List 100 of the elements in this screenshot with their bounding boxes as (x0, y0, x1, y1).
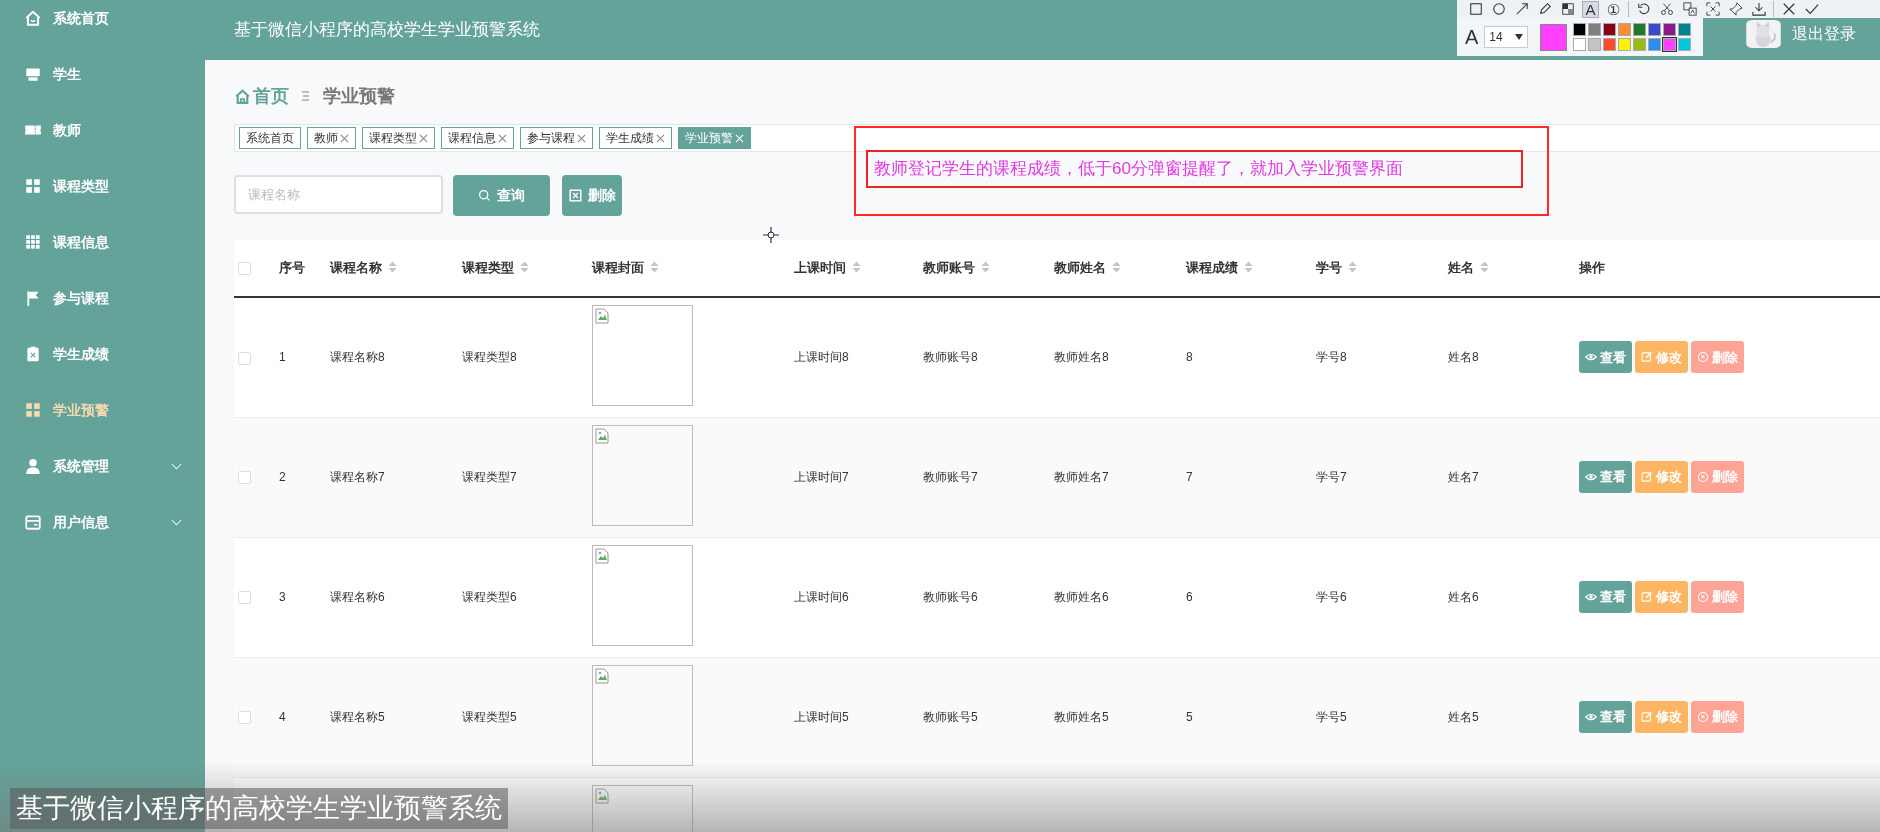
sidebar-item[interactable]: 课程类型 (0, 158, 205, 214)
view-button[interactable]: 查看 (1579, 341, 1632, 374)
ocr-button[interactable] (1704, 0, 1721, 18)
delete-icon (1697, 591, 1709, 603)
delete-icon (1697, 711, 1709, 723)
logout-link[interactable]: 退出登录 (1792, 22, 1856, 46)
color-swatch[interactable] (1603, 23, 1617, 36)
row-checkbox[interactable] (238, 471, 251, 485)
table-cell: 8 (1186, 350, 1193, 365)
current-color-swatch[interactable] (1540, 23, 1568, 51)
tab[interactable]: 学业预警 (678, 127, 751, 149)
table-cell: 上课时间8 (794, 350, 849, 365)
download-button[interactable] (1750, 0, 1767, 18)
ellipse-tool[interactable] (1490, 0, 1507, 18)
card-icon (24, 513, 42, 531)
edit-icon (1641, 351, 1653, 364)
edit-button[interactable]: 修改 (1635, 701, 1688, 733)
table-cell: 课程类型8 (462, 350, 517, 365)
breadcrumb-link[interactable]: 首页 (253, 82, 289, 110)
column-header[interactable]: 教师姓名 (1054, 260, 1106, 276)
translate-button[interactable] (1681, 0, 1698, 18)
view-button[interactable]: 查看 (1579, 581, 1632, 613)
color-swatch[interactable] (1663, 38, 1677, 51)
table-cell: 5 (1186, 710, 1193, 724)
column-header[interactable]: 学号 (1316, 260, 1342, 276)
view-button[interactable]: 查看 (1579, 461, 1632, 493)
edit-button[interactable]: 修改 (1635, 341, 1688, 374)
pin-button[interactable] (1727, 0, 1744, 18)
column-header[interactable]: 操作 (1579, 260, 1605, 276)
sidebar-item[interactable]: 参与课程 (0, 270, 205, 326)
column-header[interactable]: 上课时间 (794, 260, 846, 276)
sidebar-item[interactable]: 课程信息 (0, 214, 205, 270)
tab[interactable]: 教师 (307, 127, 356, 149)
color-swatch[interactable] (1648, 38, 1662, 51)
column-header[interactable]: 课程类型 (462, 260, 514, 276)
sidebar-item[interactable]: 教师 (0, 102, 205, 158)
sidebar-item[interactable]: 学生成绩 (0, 326, 205, 382)
tab[interactable]: 课程类型 (362, 127, 435, 149)
color-swatch[interactable] (1678, 38, 1692, 51)
tab[interactable]: 参与课程 (520, 127, 593, 149)
monitor-icon (24, 65, 42, 83)
view-button[interactable]: 查看 (1579, 701, 1632, 733)
table-cell: 教师账号8 (923, 350, 978, 365)
column-header[interactable]: 姓名 (1448, 260, 1474, 276)
tab[interactable]: 课程信息 (441, 127, 514, 149)
color-swatch[interactable] (1573, 38, 1587, 51)
sidebar-item[interactable]: 用户信息 (0, 494, 205, 550)
delete-button[interactable]: 删除 (1691, 461, 1744, 493)
color-swatch[interactable] (1618, 38, 1632, 51)
delete-button[interactable]: 删除 (562, 175, 622, 216)
column-header[interactable]: 课程名称 (330, 260, 382, 276)
table-cell: 姓名5 (1448, 710, 1479, 724)
select-all-checkbox[interactable] (238, 262, 251, 276)
table-cell: 学号5 (1316, 710, 1347, 724)
column-header[interactable]: 课程封面 (592, 260, 644, 276)
color-swatch[interactable] (1618, 23, 1632, 36)
clipboard-icon (24, 345, 42, 363)
edit-button[interactable]: 修改 (1635, 581, 1688, 613)
column-header[interactable]: 教师账号 (923, 260, 975, 276)
column-header[interactable]: 课程成绩 (1186, 260, 1238, 276)
grid-icon (24, 177, 42, 195)
tab[interactable]: 系统首页 (239, 127, 301, 149)
row-checkbox[interactable] (238, 351, 251, 365)
table-cell: 课程名称6 (330, 590, 385, 604)
color-swatch[interactable] (1588, 23, 1602, 36)
delete-button[interactable]: 删除 (1691, 581, 1744, 613)
search-button[interactable]: 查询 (453, 175, 550, 216)
annotation-text: 教师登记学生的课程成绩，低于60分弹窗提醒了，就加入学业预警界面 (866, 150, 1523, 188)
column-header[interactable]: 序号 (279, 260, 305, 276)
rectangle-tool[interactable] (1467, 0, 1484, 18)
sidebar-item[interactable]: 学生 (0, 46, 205, 102)
search-field[interactable]: 课程名称 (234, 175, 443, 214)
color-swatch[interactable] (1588, 38, 1602, 51)
font-label: A (1465, 25, 1479, 50)
color-swatch[interactable] (1633, 38, 1647, 51)
caret-icon (1515, 34, 1524, 40)
delete-button[interactable]: 删除 (1691, 341, 1744, 374)
color-swatch[interactable] (1573, 23, 1587, 36)
font-size-select[interactable]: 14 (1484, 26, 1529, 48)
mosaic-tool[interactable] (1559, 0, 1576, 18)
grid-icon (24, 401, 42, 419)
row-checkbox[interactable] (238, 591, 251, 605)
color-swatch[interactable] (1678, 23, 1692, 36)
color-swatch[interactable] (1633, 23, 1647, 36)
color-swatch[interactable] (1663, 23, 1677, 36)
color-swatch[interactable] (1648, 23, 1662, 36)
sidebar-item[interactable]: 系统首页 (0, 0, 205, 46)
table-cell: 教师账号5 (923, 710, 978, 724)
tab[interactable]: 学生成绩 (599, 127, 672, 149)
sidebar-item[interactable]: 系统管理 (0, 438, 205, 494)
number-tool[interactable]: ① (1605, 0, 1622, 18)
color-swatch[interactable] (1603, 38, 1617, 51)
broken-image-icon (595, 667, 609, 684)
grid-icon (24, 233, 42, 251)
sidebar-item[interactable]: 学业预警 (0, 382, 205, 438)
row-checkbox[interactable] (238, 711, 251, 725)
edit-button[interactable]: 修改 (1635, 461, 1688, 493)
delete-button[interactable]: 删除 (1691, 701, 1744, 733)
eye-icon (1585, 591, 1597, 603)
text-tool[interactable]: A (1582, 0, 1599, 18)
